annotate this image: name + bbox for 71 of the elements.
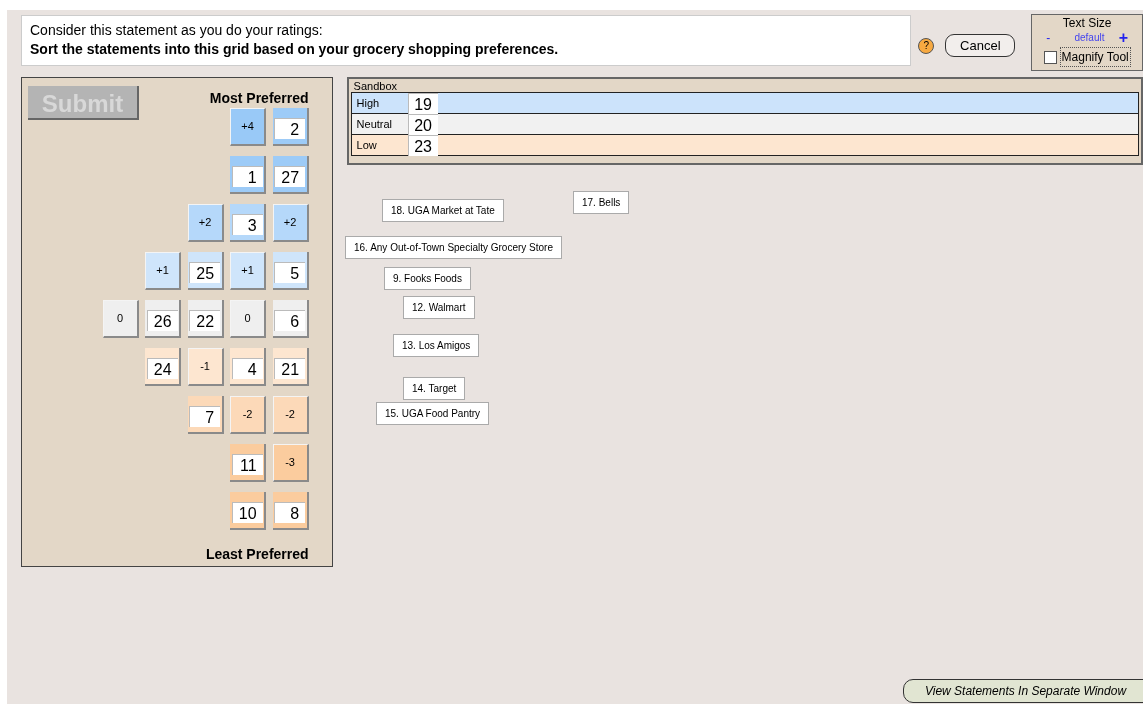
card-number: 26 (146, 309, 178, 331)
card-number[interactable]: 20 (407, 113, 438, 135)
card-slot[interactable]: 25 (187, 252, 224, 290)
sandbox-row-label: Neutral (355, 116, 394, 132)
sandbox-row-label: High (355, 95, 381, 111)
instruction-intro: Consider this statement as you do your ratings: (30, 21, 324, 39)
text-size-title: Text Size (1062, 16, 1112, 30)
help-icon[interactable]: ? (918, 37, 935, 54)
column-header: +1 (145, 252, 182, 290)
column-header: -3 (272, 444, 309, 482)
card-number: 27 (274, 165, 306, 187)
instruction-statement: Sort the statements into this grid based on your grocery shopping preferences. (30, 40, 560, 59)
card-slot[interactable]: 11 (230, 444, 267, 482)
card-slot[interactable]: 26 (145, 300, 182, 338)
least-preferred-label: Least Preferred (205, 545, 309, 564)
card-number: 24 (146, 357, 178, 379)
statement-card[interactable]: 15. UGA Food Pantry (376, 402, 490, 425)
card-number: 6 (274, 309, 306, 331)
column-header: -1 (187, 348, 224, 386)
card-slot[interactable]: 21 (272, 348, 309, 386)
column-header: -2 (272, 396, 309, 434)
column-header: 0 (230, 300, 267, 338)
most-preferred-label: Most Preferred (209, 89, 309, 108)
card-slot[interactable]: 24 (145, 348, 182, 386)
magnify-label[interactable]: Magnify Tool (1059, 47, 1131, 67)
sandbox-row-label: Low (355, 137, 378, 153)
card-number: 21 (274, 357, 306, 379)
card-number: 1 (231, 165, 263, 187)
statement-card[interactable]: 14. Target (403, 377, 466, 400)
card-number: 22 (189, 309, 221, 331)
card-number: 2 (274, 117, 306, 139)
card-slot[interactable]: 2 (272, 108, 309, 146)
cancel-button[interactable]: Cancel (945, 34, 1016, 57)
statement-card[interactable]: 9. Fooks Foods (384, 267, 471, 290)
card-slot[interactable]: 8 (272, 492, 309, 530)
column-header: +4 (230, 108, 267, 146)
card-slot[interactable]: 1 (230, 156, 267, 194)
column-header: +1 (230, 252, 267, 290)
column-header: +2 (272, 204, 309, 242)
increase-text-button[interactable]: + (1118, 30, 1128, 45)
view-statements-button[interactable]: View Statements In Separate Window (903, 679, 1143, 703)
card-number[interactable]: 23 (407, 134, 438, 156)
card-slot[interactable]: 4 (230, 348, 267, 386)
card-number: 10 (231, 501, 263, 523)
card-number: 3 (231, 213, 263, 235)
statement-card[interactable]: 13. Los Amigos (393, 334, 480, 357)
statement-card[interactable]: 18. UGA Market at Tate (382, 199, 504, 222)
card-number[interactable]: 19 (407, 92, 438, 114)
decrease-text-button[interactable]: - (1046, 28, 1051, 47)
card-slot[interactable]: 27 (272, 156, 309, 194)
text-size-value[interactable]: default (1074, 30, 1105, 45)
card-slot[interactable]: 3 (230, 204, 267, 242)
card-number: 7 (189, 405, 221, 427)
card-number: 25 (189, 261, 221, 283)
sandbox-title: Sandbox (352, 79, 399, 93)
card-slot[interactable]: 6 (272, 300, 309, 338)
card-slot[interactable]: 10 (230, 492, 267, 530)
column-header: +2 (187, 204, 224, 242)
card-slot[interactable]: 5 (272, 252, 309, 290)
statement-card[interactable]: 16. Any Out-of-Town Specialty Grocery Store (345, 236, 562, 259)
card-number: 5 (274, 261, 306, 283)
magnify-checkbox[interactable] (1043, 50, 1057, 64)
column-header: 0 (102, 300, 139, 338)
card-slot[interactable]: 7 (187, 396, 224, 434)
card-number: 11 (231, 453, 263, 475)
card-slot[interactable]: 22 (187, 300, 224, 338)
statement-card[interactable]: 12. Walmart (403, 296, 475, 319)
card-number: 8 (274, 501, 306, 523)
column-header: -2 (230, 396, 267, 434)
card-number: 4 (231, 357, 263, 379)
statement-card[interactable]: 17. Bells (573, 191, 630, 214)
